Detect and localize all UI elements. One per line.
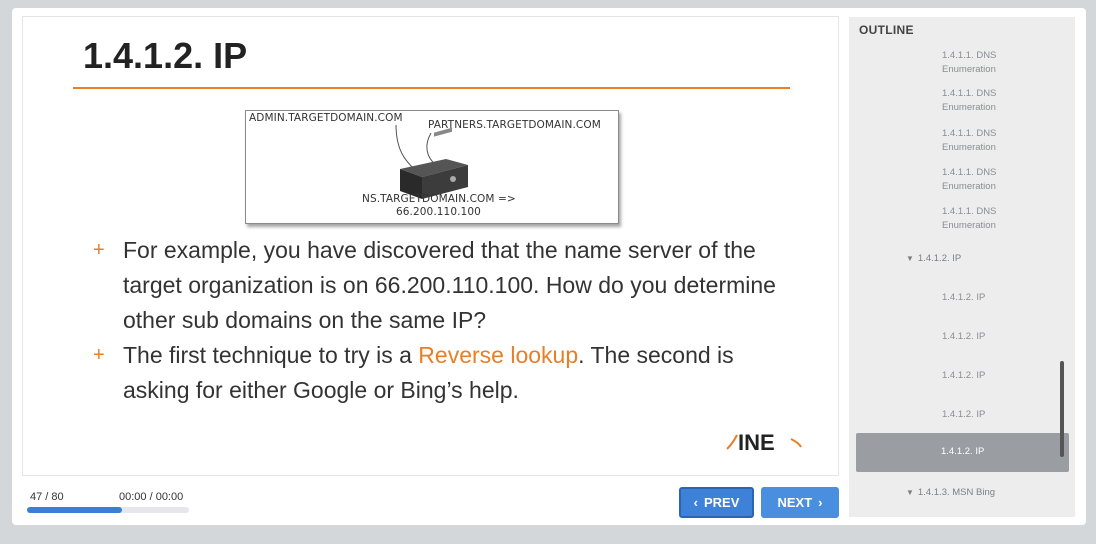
progress-bar[interactable] — [27, 507, 189, 513]
outline-item[interactable]: 1.4.1.1. DNS Enumeration — [942, 166, 1052, 194]
label-admin: ADMIN.TARGETDOMAIN.COM — [249, 112, 403, 124]
slide-canvas: 1.4.1.2. IP ADMIN.TARGETDOMAIN.COM PARTN… — [22, 16, 839, 476]
prev-label: PREV — [703, 495, 740, 510]
outline-item[interactable]: 1.4.1.2. IP — [942, 330, 985, 344]
label-ip: 66.200.110.100 — [396, 206, 481, 218]
outline-section-ip[interactable]: ▼ 1.4.1.2. IP — [906, 252, 961, 266]
outline-item[interactable]: 1.4.1.1. DNS Enumeration — [942, 49, 1052, 77]
plus-icon: + — [93, 344, 105, 366]
bullet-item: + For example, you have discovered that … — [93, 233, 783, 338]
bullet-text: For example, you have discovered that th… — [123, 237, 776, 333]
caret-down-icon: ▼ — [906, 488, 914, 497]
chevron-right-icon: › — [818, 495, 823, 510]
logo-text: INE — [738, 430, 775, 455]
outline-section-msn-bing[interactable]: ▼ 1.4.1.3. MSN Bing — [906, 486, 995, 500]
next-button[interactable]: NEXT › — [761, 487, 839, 518]
outline-item[interactable]: 1.4.1.1. DNS Enumeration — [942, 205, 1052, 233]
progress-fill — [27, 507, 123, 513]
prev-button[interactable]: ‹ PREV — [679, 487, 754, 518]
reverse-lookup-link[interactable]: Reverse lookup — [418, 342, 578, 368]
outline-item[interactable]: 1.4.1.2. IP — [942, 408, 985, 422]
outline-scrollbar[interactable] — [1060, 361, 1064, 457]
time-display: 00:00 / 00:00 — [119, 491, 184, 503]
next-label: NEXT — [777, 495, 813, 510]
slide-title: 1.4.1.2. IP — [83, 35, 248, 76]
plus-icon: + — [93, 239, 105, 261]
label-partners: PARTNERS.TARGETDOMAIN.COM — [428, 119, 601, 131]
bullet-list: + For example, you have discovered that … — [93, 233, 783, 408]
title-divider — [73, 87, 790, 89]
bullet-text-before: The first technique to try is a — [123, 342, 419, 368]
bullet-item: + The first technique to try is a Revers… — [93, 338, 783, 408]
outline-item[interactable]: 1.4.1.2. IP — [942, 369, 985, 383]
outline-item[interactable]: 1.4.1.1. DNS Enumeration — [942, 87, 1052, 115]
ine-logo: INE — [726, 430, 802, 455]
outline-header: OUTLINE — [859, 23, 914, 37]
outline-item[interactable]: 1.4.1.1. DNS Enumeration — [942, 127, 1052, 155]
dns-diagram: ADMIN.TARGETDOMAIN.COM PARTNERS.TARGETDO… — [245, 110, 619, 224]
outline-panel: OUTLINE 1.4.1.1. DNS Enumeration 1.4.1.1… — [849, 17, 1075, 517]
slide-counter: 47 / 80 — [30, 491, 64, 503]
outline-item-selected[interactable]: 1.4.1.2. IP — [856, 433, 1069, 472]
chevron-left-icon: ‹ — [693, 495, 698, 510]
outline-item[interactable]: 1.4.1.2. IP — [942, 291, 985, 305]
label-ns: NS.TARGETDOMAIN.COM => — [362, 193, 516, 205]
caret-down-icon: ▼ — [906, 254, 914, 263]
